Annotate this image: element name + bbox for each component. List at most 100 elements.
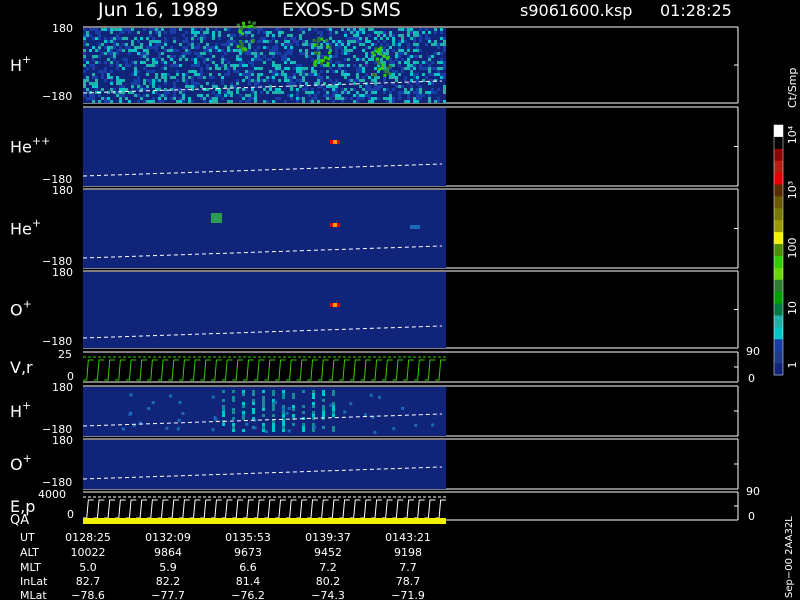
spectrogram-pixel [380, 85, 383, 88]
spectrogram-pixel [380, 31, 383, 34]
spectrogram-pixel [368, 40, 371, 43]
spectrogram-pixel [311, 67, 314, 70]
spectrogram-pixel [290, 61, 293, 64]
spectrogram-pixel [179, 64, 182, 67]
spectrogram-pixel [344, 88, 347, 91]
spectrogram-pixel [242, 24, 246, 28]
ion-charge: + [23, 298, 32, 311]
ephemeris-cell: 0135:53 [225, 531, 271, 544]
spectrogram-pixel [275, 88, 278, 91]
spectrogram-pixel [248, 43, 251, 46]
spectrogram-pixel [305, 88, 308, 91]
spectrogram-pixel [110, 37, 113, 40]
spectrogram-pixel [312, 38, 316, 42]
spectrogram-pixel [209, 73, 212, 76]
spectrogram-pixel [407, 61, 410, 64]
spectrogram-pixel [140, 37, 143, 40]
spectrogram-pixel [325, 38, 329, 42]
spectrogram-pixel [253, 25, 257, 29]
spectrogram-pixel [224, 91, 227, 94]
spectrogram-pixel [434, 43, 437, 46]
spectrogram-pixel [86, 88, 89, 91]
ephemeris-cell: 5.0 [79, 561, 97, 574]
spectrogram-pixel [350, 88, 353, 91]
spectrogram-pixel [110, 88, 113, 91]
spectrogram-pixel [428, 82, 431, 85]
spectrogram-pixel [326, 94, 329, 97]
panel-he-plusplus: −180He++ [10, 106, 739, 187]
spectrogram-pixel [383, 46, 386, 49]
spectrogram-pixel [386, 37, 389, 40]
spectrogram-pixel [384, 69, 388, 73]
spectrogram-pixel [164, 88, 167, 91]
spectrogram-pixel [290, 97, 293, 100]
spectrogram-pixel [401, 70, 404, 73]
spectrogram-pixel [320, 34, 323, 37]
spectrogram-pixel [407, 67, 410, 70]
spectrogram-pixel [413, 100, 416, 103]
spectrogram-pixel [313, 63, 317, 67]
spectrogram-pixel [327, 57, 331, 61]
spectrogram-pixel [302, 88, 305, 91]
spectrogram-pixel [230, 40, 233, 43]
spectrogram-pixel [239, 40, 243, 44]
spectrogram-pixel [119, 64, 122, 67]
spectrogram-pixel [269, 31, 272, 34]
spectrogram-pixel [203, 31, 206, 34]
spectrogram-pixel [249, 24, 253, 28]
spectrogram-pixel [155, 46, 158, 49]
spectrogram-pixel [95, 76, 98, 79]
spectrogram-pixel [389, 76, 392, 79]
spectrogram-pixel [272, 420, 275, 423]
spectrogram-pixel [413, 64, 416, 67]
spectrogram-pixel [143, 82, 146, 85]
spectrogram-pixel [95, 49, 98, 52]
spectrogram-pixel [290, 76, 293, 79]
spectrogram-pixel [194, 70, 197, 73]
spectrogram-pixel [419, 40, 422, 43]
spectrogram-pixel [407, 49, 410, 52]
spectrogram-pixel [281, 43, 284, 46]
spectrogram-pixel [227, 88, 230, 91]
spectrogram-pixel [98, 70, 101, 73]
ion-label: H+ [10, 399, 31, 421]
spectrogram-pixel [296, 94, 299, 97]
spectrogram-pixel [110, 64, 113, 67]
spectrogram-pixel [266, 46, 269, 49]
spectrogram-pixel [152, 100, 155, 103]
spectrogram-pixel [206, 43, 209, 46]
spectrogram-pixel [83, 64, 86, 67]
spectrogram-pixel [386, 100, 389, 103]
spectrogram-pixel [284, 79, 287, 82]
spectrogram-pixel [203, 37, 206, 40]
spectrogram-pixel [371, 43, 374, 46]
spectrogram-pixel [308, 55, 311, 58]
spectrogram-pixel [383, 79, 386, 82]
spectrogram-pixel [311, 88, 314, 91]
spectrogram-pixel [98, 61, 101, 64]
spectrogram-pixel [440, 43, 443, 46]
spectrogram-pixel [290, 52, 293, 55]
spectrogram-pixel [404, 61, 407, 64]
spectrogram-pixel [104, 67, 107, 70]
spectrogram-pixel [83, 40, 86, 43]
spectrogram-pixel [260, 28, 263, 31]
spectrogram-pixel [206, 28, 209, 31]
spectrogram-pixel [209, 46, 212, 49]
spectrogram-pixel [83, 82, 86, 85]
spectrogram-pixel [440, 37, 443, 40]
spectrogram-pixel [203, 97, 206, 100]
spectrogram-pixel [232, 396, 235, 399]
spectrogram-pixel [116, 64, 119, 67]
spectrogram-pixel [398, 91, 401, 94]
spectrogram-pixel [203, 52, 206, 55]
spectrogram-pixel [282, 396, 285, 399]
spectrogram-pixel [395, 85, 398, 88]
spectrogram-pixel [161, 94, 164, 97]
spectrogram-pixel [292, 408, 295, 411]
spectrogram-pixel [359, 64, 362, 67]
spectrogram-pixel [149, 46, 152, 49]
qa-strip: QA [10, 513, 446, 528]
spectrogram-pixel [107, 58, 110, 61]
spectrogram-pixel [353, 46, 356, 49]
